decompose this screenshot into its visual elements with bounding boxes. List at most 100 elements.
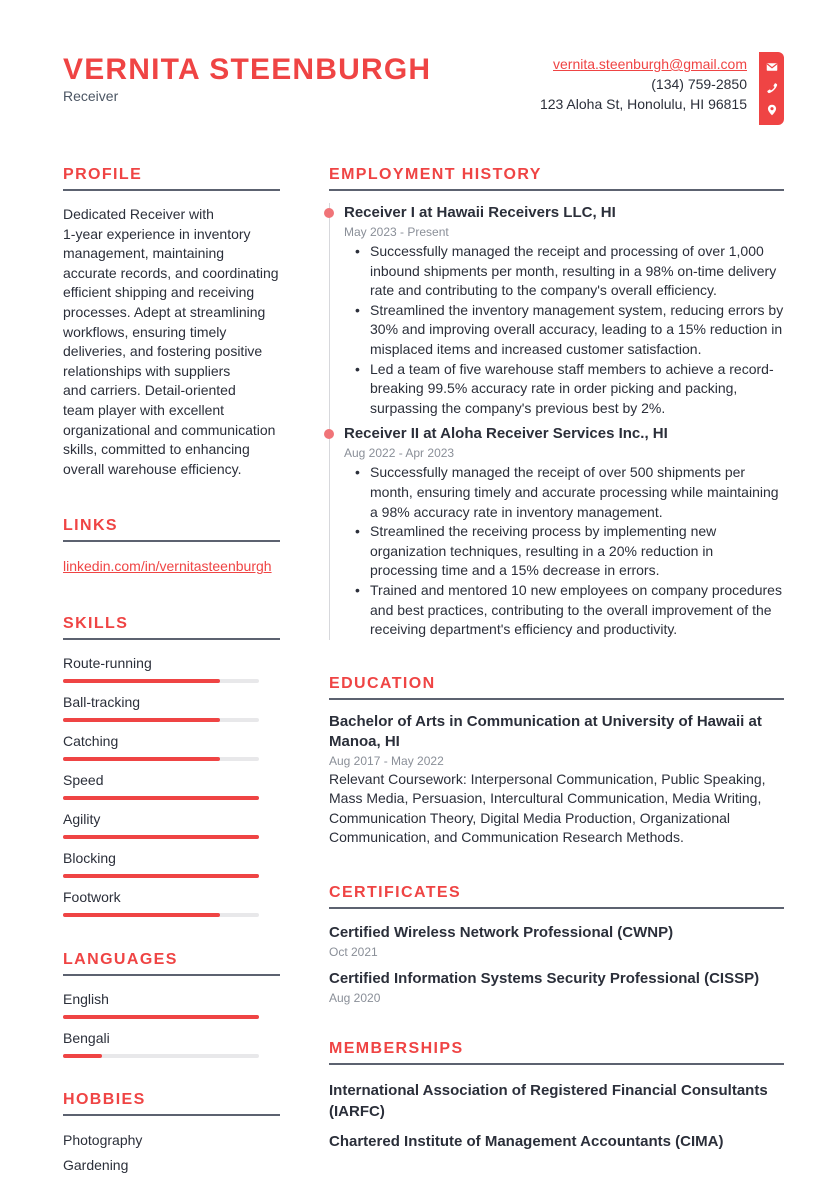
- profile-line: 1-year experience in inventory: [63, 225, 251, 242]
- profile-line: accurate records, and coordinating: [63, 264, 279, 281]
- certificate-item: Certified Wireless Network Professional …: [329, 923, 784, 961]
- degree-title: Bachelor of Arts in Communication at Uni…: [329, 712, 762, 750]
- skill-level-fill: [63, 757, 220, 762]
- skill-label: Blocking: [63, 850, 116, 867]
- memberships-heading: MEMBERSHIPS: [329, 1039, 784, 1066]
- profile-section: PROFILE Dedicated Receiver with 1-year e…: [63, 165, 280, 479]
- language-item: English: [63, 990, 280, 1020]
- job-title: Receiver II at Aloha Receiver Services I…: [344, 425, 668, 443]
- language-label: English: [63, 991, 109, 1008]
- job-title: Receiver I at Hawaii Receivers LLC, HI: [344, 204, 616, 221]
- skill-level-fill: [63, 718, 220, 723]
- profile-line: processes. Adept at streamlining: [63, 303, 266, 320]
- job-bullet: Streamlined the inventory management sys…: [355, 301, 784, 360]
- resume-header: VERNITA STEENBURGH Receiver vernita.stee…: [63, 52, 784, 132]
- skill-item: Agility: [63, 810, 280, 840]
- linkedin-link[interactable]: linkedin.com/in/vernitasteenburgh: [63, 558, 272, 574]
- skill-level-fill: [63, 679, 220, 684]
- envelope-icon: [766, 61, 778, 73]
- certificate-title: Certified Wireless Network Professional …: [329, 924, 674, 942]
- language-level-fill: [63, 1015, 259, 1020]
- profile-line: workflows, ensuring timely: [63, 323, 227, 340]
- certificate-date: Oct 2021: [329, 945, 378, 960]
- skill-level-track: [63, 679, 259, 684]
- language-level-track: [63, 1015, 259, 1020]
- language-level-track: [63, 1054, 259, 1059]
- languages-heading: LANGUAGES: [63, 950, 280, 977]
- employment-section: EMPLOYMENT HISTORY Receiver I at Hawaii …: [324, 165, 784, 640]
- skill-level-fill: [63, 874, 259, 879]
- skill-level-track: [63, 874, 259, 879]
- profile-line: management, maintaining: [63, 245, 225, 262]
- hobbies-section: HOBBIES Photography Gardening: [63, 1090, 280, 1178]
- skill-label: Catching: [63, 733, 119, 750]
- profile-line: deliveries, and fostering positive: [63, 343, 263, 360]
- links-heading: LINKS: [63, 516, 280, 543]
- job-bullet: Led a team of five warehouse staff membe…: [355, 360, 784, 419]
- right-column: EMPLOYMENT HISTORY Receiver I at Hawaii …: [324, 165, 784, 1163]
- job-bullets: Successfully managed the receipt of over…: [344, 463, 784, 639]
- email-link[interactable]: vernita.steenburgh@gmail.com: [553, 56, 747, 72]
- skill-level-track: [63, 718, 259, 723]
- skill-level-fill: [63, 835, 259, 840]
- skill-level-track: [63, 757, 259, 762]
- profile-line: and carriers. Detail-oriented: [63, 382, 236, 399]
- job-dates: Aug 2022 - Apr 2023: [344, 446, 455, 461]
- skill-item: Blocking: [63, 849, 280, 879]
- timeline-dot-icon: [324, 429, 334, 440]
- job-bullet: Streamlined the receiving process by imp…: [355, 522, 784, 581]
- language-label: Bengali: [63, 1030, 110, 1047]
- job-bullets: Successfully managed the receipt and pro…: [344, 242, 784, 418]
- skill-level-track: [63, 835, 259, 840]
- skill-item: Footwork: [63, 888, 280, 918]
- skills-heading: SKILLS: [63, 614, 280, 641]
- membership-item: International Association of Registered …: [329, 1082, 768, 1120]
- certificate-title: Certified Information Systems Security P…: [329, 970, 760, 988]
- phone-number: (134) 759-2850: [651, 76, 747, 92]
- hobbies-heading: HOBBIES: [63, 1090, 280, 1117]
- job-bullet: Trained and mentored 10 new employees on…: [355, 581, 784, 640]
- language-list: English Bengali: [63, 990, 280, 1059]
- phone-icon: [766, 82, 778, 94]
- job-bullet: Successfully managed the receipt of over…: [355, 463, 784, 522]
- skill-label: Footwork: [63, 889, 121, 906]
- links-section: LINKS linkedin.com/in/vernitasteenburgh: [63, 516, 280, 576]
- map-pin-icon: [766, 104, 778, 116]
- skill-level-fill: [63, 913, 220, 918]
- degree-dates: Aug 2017 - May 2022: [329, 753, 444, 768]
- skill-level-fill: [63, 796, 259, 801]
- profile-summary: Dedicated Receiver with 1-year experienc…: [63, 205, 280, 479]
- languages-section: LANGUAGES English Bengali: [63, 950, 280, 1059]
- address: 123 Aloha St, Honolulu, HI 96815: [539, 96, 747, 112]
- skill-item: Catching: [63, 732, 280, 762]
- skill-label: Agility: [63, 811, 101, 828]
- education-section: EDUCATION Bachelor of Arts in Communicat…: [329, 674, 784, 848]
- profile-line: relationships with suppliers: [63, 362, 231, 379]
- profile-line: efficient shipping and receiving: [63, 284, 255, 301]
- job-bullet: Successfully managed the receipt and pro…: [355, 242, 784, 301]
- profile-line: team player with excellent: [63, 401, 225, 418]
- skill-label: Ball-tracking: [63, 694, 141, 711]
- language-level-fill: [63, 1054, 103, 1059]
- job-entry: Receiver I at Hawaii Receivers LLC, HI M…: [324, 203, 784, 418]
- certificates-section: CERTIFICATES Certified Wireless Network …: [329, 883, 784, 1007]
- language-item: Bengali: [63, 1029, 280, 1059]
- skill-item: Ball-tracking: [63, 693, 280, 723]
- skill-list: Route-running Ball-tracking Catching Speed A…: [63, 654, 280, 918]
- memberships-section: MEMBERSHIPS International Association of…: [329, 1039, 784, 1153]
- hobby-item: Photography: [63, 1132, 143, 1149]
- hobby-item: Gardening: [63, 1157, 129, 1174]
- skill-level-track: [63, 913, 259, 918]
- timeline-dot-icon: [324, 208, 334, 218]
- contact-block: vernita.steenburgh@gmail.com (134) 759-2…: [540, 52, 784, 125]
- left-column: PROFILE Dedicated Receiver with 1-year e…: [63, 165, 280, 1178]
- membership-item: Chartered Institute of Management Accoun…: [329, 1133, 724, 1151]
- skill-label: Speed: [63, 772, 104, 789]
- skills-section: SKILLS Route-running Ball-tracking Catchin…: [63, 614, 280, 918]
- skill-item: Route-running: [63, 654, 280, 684]
- profile-heading: PROFILE: [63, 165, 280, 191]
- profile-line: organizational and communication: [63, 421, 276, 438]
- job-entry: Receiver II at Aloha Receiver Services I…: [324, 424, 784, 639]
- degree-description: Relevant Coursework: Interpersonal Commu…: [329, 770, 766, 846]
- employment-timeline: Receiver I at Hawaii Receivers LLC, HI M…: [324, 203, 784, 640]
